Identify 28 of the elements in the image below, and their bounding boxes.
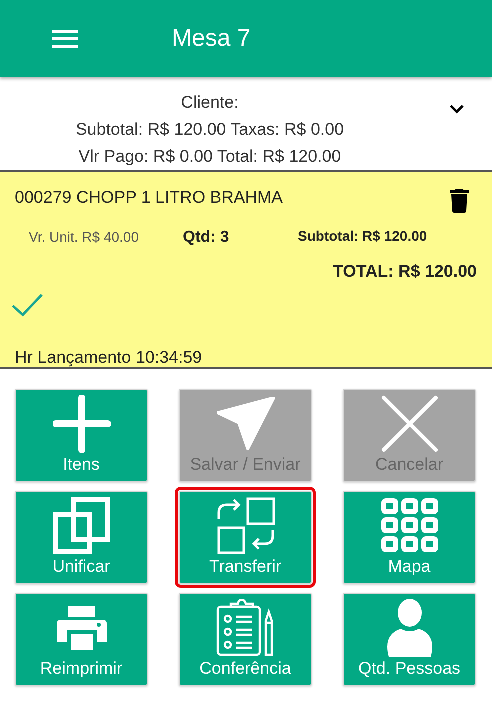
quantity: Qtd: 3	[183, 229, 230, 247]
overlapping-squares-icon	[52, 496, 110, 554]
summary-line: Vlr Pago: R$ 0.00 Total: R$ 120.00	[78, 146, 342, 168]
item-total: TOTAL: R$ 120.00	[333, 262, 477, 282]
summary-line: Cliente:	[180, 92, 240, 114]
grid-icon	[380, 498, 438, 554]
person-icon	[386, 598, 432, 656]
item-name: 000279 CHOPP 1 LITRO BRAHMA	[15, 188, 284, 208]
launch-time: Hr Lançamento 10:34:59	[15, 348, 202, 368]
send-icon	[216, 396, 274, 450]
unit-price: Vr. Unit. R$ 40.00	[29, 229, 139, 245]
item-subtotal: Subtotal: R$ 120.00	[298, 228, 428, 244]
plus-icon	[52, 394, 110, 452]
action-button[interactable]: Mapa	[343, 491, 476, 584]
action-button[interactable]: Qtd. Pessoas	[343, 593, 476, 686]
close-icon	[380, 394, 438, 452]
menu-icon[interactable]	[52, 28, 78, 48]
action-button[interactable]: Itens	[15, 389, 148, 482]
action-button[interactable]: Conferência	[179, 593, 312, 686]
action-button[interactable]: Unificar	[15, 491, 148, 584]
chevron-icon[interactable]	[449, 103, 465, 115]
clipboard-icon	[216, 598, 276, 656]
action-button[interactable]: Reimprimir	[15, 593, 148, 686]
screen-title: Mesa 7	[172, 24, 251, 52]
summary-line: Subtotal: R$ 120.00 Taxas: R$ 0.00	[74, 119, 346, 141]
transfer-icon	[216, 496, 274, 554]
trash-icon[interactable]	[450, 189, 469, 213]
printer-icon	[56, 606, 106, 650]
